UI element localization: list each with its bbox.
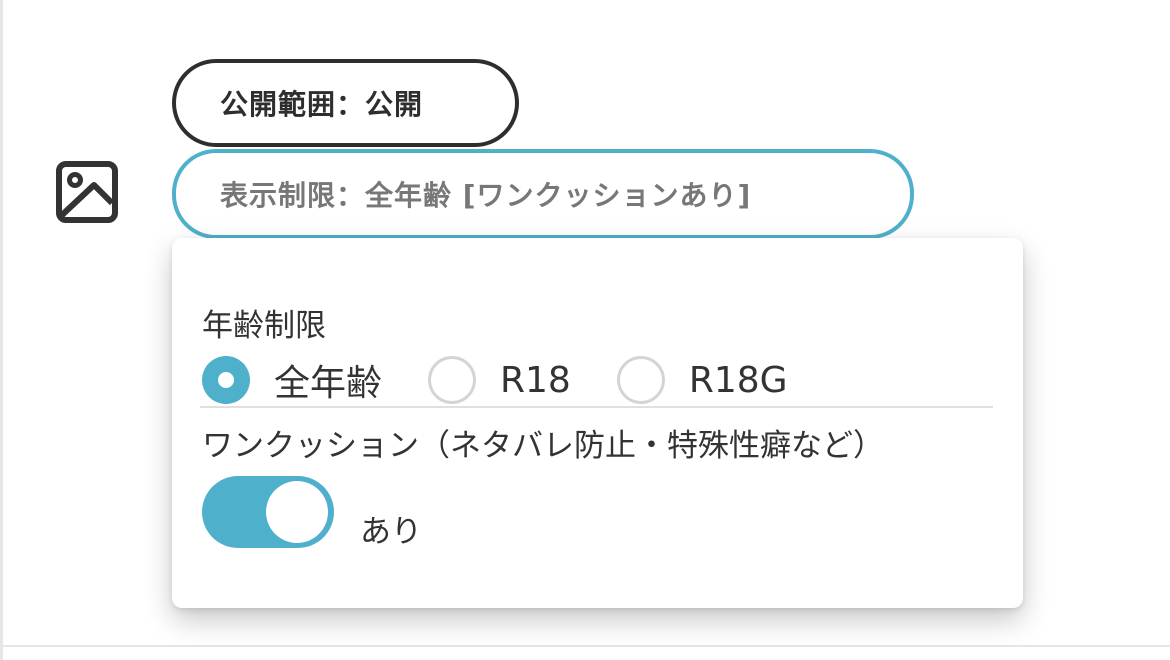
spoiler-label: ワンクッション（ネタバレ防止・特殊性癖など） bbox=[202, 428, 884, 464]
radio-option-all-ages[interactable]: 全年齢 bbox=[202, 354, 428, 406]
restriction-popover: 年齢制限 全年齢 R18 R18G ワンクッション（ネタバレ防止・特殊性癖など）… bbox=[172, 238, 1023, 608]
spoiler-toggle-label: あり bbox=[360, 514, 422, 550]
radio-all-ages[interactable] bbox=[202, 356, 250, 404]
radio-r18-label: R18 bbox=[500, 359, 571, 401]
image-icon[interactable] bbox=[54, 159, 120, 225]
age-restriction-radio-group: 全年齢 R18 R18G bbox=[202, 350, 834, 410]
display-restriction-label: 表示制限：全年齢 [ワンクッションあり] bbox=[220, 179, 752, 212]
page: 公開範囲：公開 表示制限：全年齢 [ワンクッションあり] 年齢制限 全年齢 R1… bbox=[0, 0, 1170, 660]
toggle-knob[interactable] bbox=[266, 481, 328, 543]
visibility-label: 公開範囲：公開 bbox=[220, 88, 424, 121]
spoiler-toggle[interactable] bbox=[202, 476, 334, 548]
radio-option-r18g[interactable]: R18G bbox=[616, 356, 834, 404]
display-restriction-button[interactable]: 表示制限：全年齢 [ワンクッションあり] bbox=[172, 149, 914, 239]
bottom-divider bbox=[0, 645, 1170, 647]
radio-r18g[interactable] bbox=[616, 356, 665, 404]
radio-option-r18[interactable]: R18 bbox=[428, 356, 617, 404]
age-restriction-label: 年齢制限 bbox=[202, 308, 326, 344]
radio-r18g-label: R18G bbox=[688, 359, 788, 401]
radio-r18[interactable] bbox=[428, 356, 477, 404]
radio-all-ages-label: 全年齢 bbox=[274, 363, 383, 404]
visibility-button[interactable]: 公開範囲：公開 bbox=[172, 59, 519, 147]
popover-divider bbox=[200, 406, 993, 408]
left-border bbox=[0, 0, 3, 660]
